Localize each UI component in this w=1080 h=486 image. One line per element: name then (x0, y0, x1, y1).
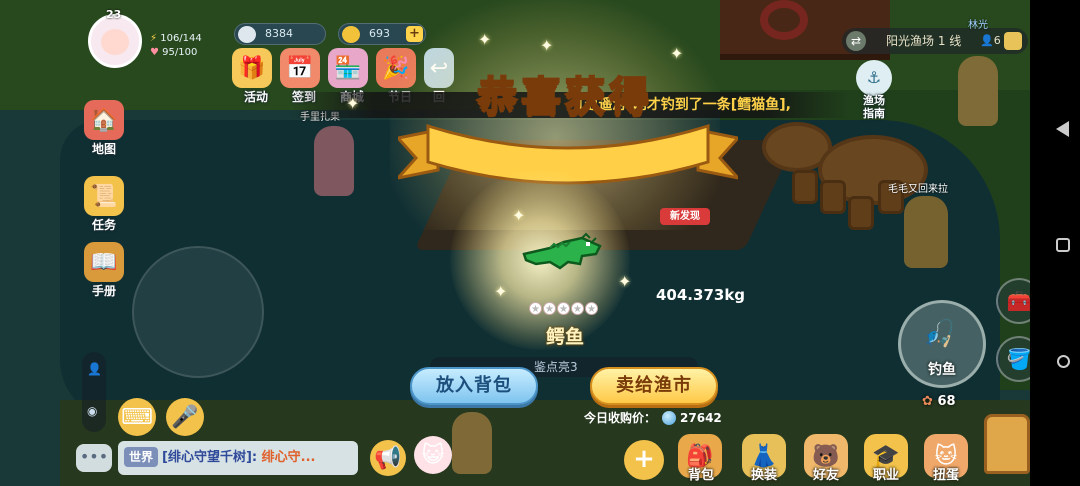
energy-value: 106/144 (160, 33, 202, 44)
guide-icon[interactable]: ⚓ (856, 60, 892, 96)
farm-info-icon[interactable] (1004, 32, 1022, 50)
map-icon: 🏠 (84, 100, 124, 140)
calendar-icon: 📅 (280, 48, 320, 88)
megaphone-icon[interactable]: 📢 (370, 440, 406, 476)
bolt-icon: ⚡ (150, 33, 158, 44)
fishing-rod-icon: 🎣 (923, 319, 956, 349)
microphone-icon[interactable]: 🎤 (166, 398, 204, 436)
coin-icon (342, 26, 360, 43)
left-menu-item-handbook[interactable]: 📖 手册 (80, 242, 130, 299)
bait-count: 68 (937, 394, 956, 409)
star-icon: ★ (557, 302, 570, 315)
star-rating: ★ ★ ★ ★ ★ (529, 302, 599, 316)
player-level: 23 (106, 8, 122, 21)
chat-channel-tag: 世界 (124, 447, 159, 467)
bottom-menu-label: 换装 (750, 468, 777, 483)
system-nav-bar (1030, 0, 1080, 486)
shell-resource[interactable]: 8384 (234, 23, 326, 45)
bottom-menu-label: 职业 (872, 468, 899, 483)
left-menu-label: 地图 (91, 142, 116, 156)
sparkle-icon: ✦ (512, 206, 526, 225)
bait-counter[interactable]: ✿ 68 (922, 394, 956, 409)
home-building-icon[interactable] (984, 414, 1030, 474)
expand-menu-button[interactable]: + (624, 440, 664, 480)
avatar[interactable] (88, 14, 142, 68)
purchase-price-row: 今日收购价： 27642 (584, 409, 734, 427)
put-in-bag-button[interactable]: 放入背包 (410, 367, 538, 405)
player-count: 👤6 (980, 34, 1001, 47)
stamina-value: 95/100 (162, 47, 198, 58)
price-label: 今日收购价： (584, 411, 657, 425)
bait-icon: ✿ (922, 394, 933, 409)
side-toggle-strip[interactable]: 👤 ◉ (82, 352, 106, 432)
popup-title: 恭喜获得 (476, 73, 653, 121)
gift-icon: 🎁 (232, 48, 272, 88)
hint-text: 鉴点亮3 (534, 360, 578, 374)
star-icon: ★ (585, 302, 598, 315)
switch-arrow-icon: ⇄ (846, 31, 866, 51)
person-icon: 👤 (87, 362, 102, 376)
left-menu-item-task[interactable]: 📜 任务 (80, 176, 130, 233)
chat-sender: [绯心守望千树]: (162, 450, 258, 465)
npc-name-label: 毛毛又回来拉 (888, 184, 948, 195)
fishing-button[interactable]: 🎣 钓鱼 (898, 300, 986, 388)
star-icon: ★ (543, 302, 556, 315)
left-menu-label: 手册 (91, 284, 116, 298)
sparkle-icon: ✦ (346, 94, 360, 113)
left-menu-label: 任务 (91, 218, 116, 232)
world-chat-bar[interactable]: 世界 [绯心守望千树]: 绯心守... (118, 441, 358, 475)
fishing-label: 钓鱼 (928, 362, 956, 378)
price-value: 27642 (680, 411, 722, 425)
sparkle-icon: ✦ (618, 272, 632, 291)
chat-message: 绯心守... (261, 450, 316, 465)
star-icon: ★ (529, 302, 542, 315)
heart-icon: ♥ (150, 47, 159, 58)
farm-name: 阳光渔场 1 线 (886, 34, 962, 48)
bottom-menu-label: 扭蛋 (932, 468, 959, 483)
fish-weight: 404.373kg (656, 286, 746, 304)
sparkle-icon: ✦ (494, 282, 508, 301)
home-icon[interactable] (1056, 238, 1070, 252)
coin-count: 693 (369, 27, 390, 40)
farm-line-selector[interactable]: ⇄ 阳光渔场 1 线 👤6 (842, 28, 1028, 54)
new-discovery-badge: 新发现 (660, 208, 710, 225)
emoji-icon[interactable]: 😺 (414, 436, 452, 474)
keyboard-icon[interactable]: ⌨ (118, 398, 156, 436)
crocodile-icon (522, 232, 602, 270)
top-menu-label: 活动 (243, 90, 268, 104)
shell-icon (238, 26, 256, 43)
eye-icon: ◉ (87, 404, 98, 418)
shell-count: 8384 (265, 27, 293, 40)
recent-apps-icon[interactable] (1057, 355, 1070, 368)
handbook-icon: 📖 (84, 242, 124, 282)
movement-joystick[interactable] (132, 246, 264, 378)
bottom-menu-label: 好友 (812, 468, 839, 483)
energy-panel: ⚡ 106/144 ♥ 95/100 (150, 32, 214, 64)
bottom-menu-label: 背包 (687, 468, 714, 483)
sell-to-market-button[interactable]: 卖给渔市 (590, 367, 718, 405)
npc-name-label: 林光 (968, 20, 988, 31)
sparkle-icon: ✦ (478, 30, 492, 49)
left-menu-item-map[interactable]: 🏠 地图 (80, 100, 130, 157)
star-icon: ★ (571, 302, 584, 315)
shell-coin-icon (662, 411, 677, 425)
back-icon[interactable] (1056, 121, 1069, 137)
shop-icon: 🏪 (328, 48, 368, 88)
sparkle-icon: ✦ (670, 44, 684, 63)
avatar-face (101, 29, 129, 55)
fish-name: 鳄鱼 (545, 326, 584, 348)
task-icon: 📜 (84, 176, 124, 216)
sparkle-icon: ✦ (540, 36, 554, 55)
guide-label: 渔场 指南 (863, 94, 885, 120)
chat-bubble-icon[interactable]: ••• (76, 444, 112, 472)
top-menu-item-activity[interactable]: 🎁 活动 (232, 48, 276, 105)
